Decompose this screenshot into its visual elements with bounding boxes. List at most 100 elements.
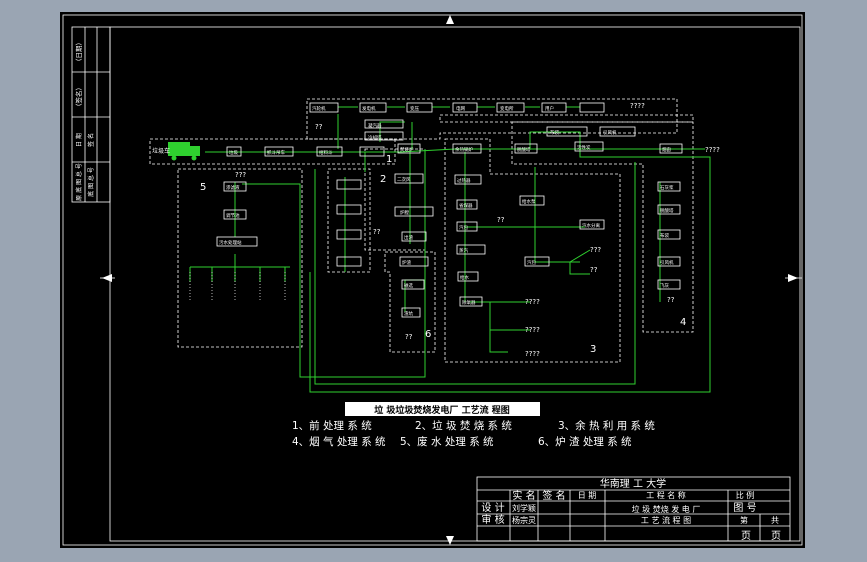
node-label: 脱酸塔 <box>517 146 531 153</box>
legend-item-5: 5、废 水 处理 系 统 <box>400 435 494 448</box>
zone-2a-boundary <box>327 168 371 273</box>
node-label: 石灰浆 <box>660 184 674 191</box>
outer-frame <box>62 14 803 546</box>
node-label: 发电机 <box>362 105 376 112</box>
node-label: 给水 <box>460 274 469 281</box>
sidebar-cell: 底 图 总 号 <box>87 167 95 197</box>
node-label: 给料斗 <box>319 149 333 156</box>
sheet-gong: 共 <box>771 516 779 525</box>
page-label-1: 页 <box>741 530 751 542</box>
unknown-marker: ???? <box>525 298 540 306</box>
unknown-marker: ?? <box>497 216 505 224</box>
zone-top-boundary <box>306 98 678 140</box>
node-top7 <box>579 102 605 113</box>
zone-number-5: 5 <box>200 182 206 193</box>
col-shi: 实 名 <box>512 489 535 502</box>
zone-5-boundary <box>177 168 303 348</box>
drawing-name-2: 工 艺 流 程 图 <box>641 515 691 525</box>
zone-boundaries <box>149 98 694 363</box>
col-project: 工 程 名 称 <box>646 490 686 500</box>
node-labels: 汽轮机 发电机 变压 电网 变电所 用户 凝汽器 冷却塔 垃圾 抓斗吊车 给料斗… <box>219 105 674 317</box>
node-z2a-2 <box>336 204 362 215</box>
sidebar-cell: 原 底 图 总 号 <box>75 163 83 201</box>
node-label: 垃圾 <box>229 149 238 156</box>
truck-label: 垃圾车 <box>152 147 170 155</box>
node-label: 烟囱 <box>662 146 671 153</box>
zone-number-1: 1 <box>386 154 392 165</box>
process-flow-drawing: （日期） （签名） 日 期 签 名 原 底 图 总 号 底 图 总 号 5 1 … <box>62 14 803 546</box>
node-label: 抓斗吊车 <box>267 149 285 156</box>
bottom-center-mark <box>446 536 454 545</box>
sidebar-cell: 日 期 <box>75 133 83 147</box>
zone-number-4: 4 <box>680 317 686 328</box>
node-z2a-1 <box>336 179 362 190</box>
unknown-marker: ??? <box>590 246 601 254</box>
col-scale: 比 例 <box>736 490 755 500</box>
diagram-title: 垃 圾垃圾焚烧发电厂 工艺流 程图 <box>374 404 509 416</box>
node-label: 冷却塔 <box>368 134 382 141</box>
node-label: 炉渣 <box>402 259 411 266</box>
node-label: 蒸汽 <box>459 247 468 254</box>
node-label: 焚烧炉 <box>400 146 414 153</box>
node-label: 省煤器 <box>459 202 473 209</box>
node-label: 除氧器 <box>462 299 476 306</box>
node-label: 出渣 <box>404 234 413 241</box>
drawing-name-1: 垃 圾 焚烧 发 电 厂 <box>632 504 701 514</box>
node-label: 污水处理站 <box>219 239 242 246</box>
legend-item-1: 1、前 处理 系 统 <box>292 419 372 432</box>
zone-3-top-strip <box>439 114 694 123</box>
node-label: 汽包 <box>527 259 536 266</box>
legend-item-2: 2、垃 圾 焚 烧 系 统 <box>415 419 512 432</box>
unknown-marker: ???? <box>525 350 540 358</box>
zone5-drops <box>189 272 286 302</box>
node-label: 调节池 <box>226 212 240 219</box>
node-label: 汽水分离 <box>582 222 600 229</box>
zone-number-3: 3 <box>590 344 596 355</box>
designer: 刘学颖 <box>512 503 536 513</box>
zone-number-6: 6 <box>425 329 431 340</box>
node-label: 飞灰 <box>660 282 669 289</box>
node-label: 二次风 <box>397 176 411 183</box>
unknown-marker: ?? <box>373 228 381 236</box>
unknown-marker: ??? <box>235 171 246 179</box>
col-date: 日 期 <box>578 491 597 500</box>
unknown-marker: ???? <box>630 102 645 110</box>
node-label: 变电所 <box>500 105 514 112</box>
flow-lines <box>189 106 711 393</box>
sidebar-cell: 签 名 <box>87 133 95 147</box>
node-label: 汽轮机 <box>312 105 326 112</box>
zone-number-2: 2 <box>380 174 386 185</box>
col-sign: 签 名 <box>542 489 565 502</box>
unknown-marker: ?? <box>667 296 675 304</box>
sidebar-cell: （日期） <box>75 39 83 65</box>
unknown-marker: ?? <box>405 333 413 341</box>
page-label-2: 页 <box>771 530 781 542</box>
node-label: 用户 <box>545 105 554 112</box>
drawing-number-label: 图 号 <box>733 502 756 514</box>
node-label: 引风机 <box>603 129 617 136</box>
row-design: 设 计 <box>481 501 504 514</box>
node-label: 布袋 <box>550 129 559 136</box>
unknown-marker: ???? <box>525 326 540 334</box>
node-label: 凝汽器 <box>368 122 382 129</box>
node-label: 变压 <box>410 105 419 112</box>
legend-item-3: 3、余 热 利 用 系 统 <box>558 419 655 432</box>
unknown-marker: ?? <box>315 123 323 131</box>
node-label: 渗滤液 <box>226 184 240 191</box>
node-label: 汽包 <box>459 224 468 231</box>
top-center-mark <box>446 15 454 24</box>
node-label: 渣坑 <box>404 310 413 317</box>
node-label: 过热器 <box>457 177 471 184</box>
node-label: 电网 <box>456 105 465 112</box>
node-z2a-3 <box>336 229 362 240</box>
node-label: 引风机 <box>660 259 674 266</box>
node-label: 脱酸塔 <box>660 207 674 214</box>
sheet-di: 第 <box>740 515 748 525</box>
reviewer: 杨宗灵 <box>512 515 536 525</box>
unknown-markers: ???? ???? ?? ??? ?? ?? ??? ?? ???? ???? … <box>235 102 720 358</box>
left-sidebar-table: （日期） （签名） 日 期 签 名 原 底 图 总 号 底 图 总 号 <box>71 26 111 203</box>
school-name: 华南理 工 大学 <box>600 477 666 490</box>
title-block: 华南理 工 大学 实 名 签 名 日 期 工 程 名 称 比 例 设 计 刘学颖… <box>476 476 791 542</box>
legend-item-4: 4、烟 气 处理 系 统 <box>292 435 386 448</box>
row-review: 审 核 <box>481 513 504 526</box>
